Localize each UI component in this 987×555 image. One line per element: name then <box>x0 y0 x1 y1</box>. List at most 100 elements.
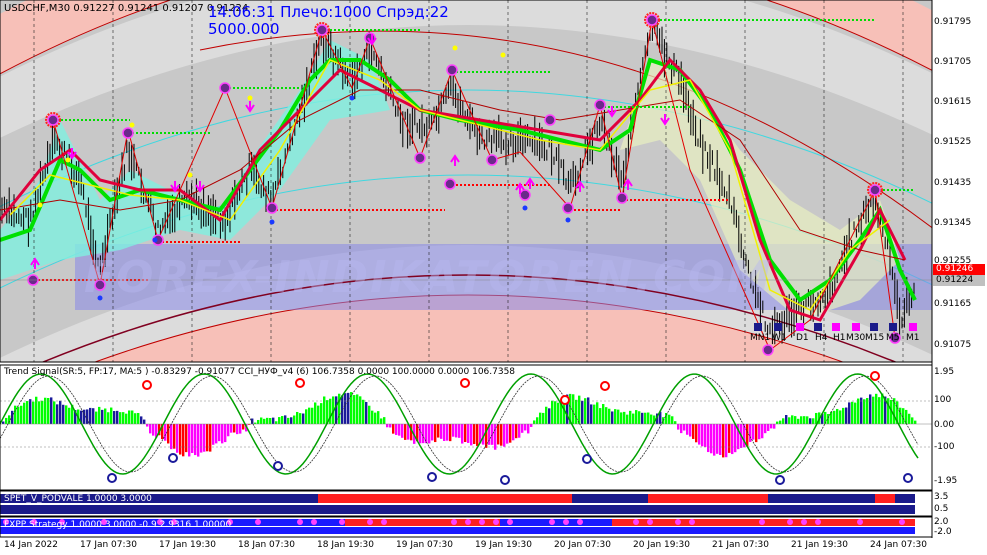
strip2-title: FXPP Strategy 1.0000 3.0000 -0.9 2.9316 … <box>4 520 232 530</box>
histogram-bar <box>542 412 545 424</box>
price-tag-gray: 0.91224 <box>933 275 985 286</box>
signal-dot <box>522 205 528 211</box>
histogram-bar <box>107 412 110 424</box>
tf-mn1: MN1 <box>750 333 771 343</box>
histogram-bar <box>461 424 464 444</box>
histogram-bar <box>857 398 860 424</box>
histogram-bar <box>440 424 443 439</box>
histogram-bar <box>641 412 644 424</box>
histogram-bar <box>353 395 356 424</box>
histogram-bar <box>587 397 590 424</box>
histogram-bar <box>314 402 317 424</box>
histogram-bar <box>227 424 230 437</box>
histogram-bar <box>278 417 281 424</box>
time-label-4: 18 Jan 19:30 <box>317 540 374 550</box>
histogram-bar <box>533 420 536 424</box>
strip2-dot <box>633 519 639 525</box>
histogram-bar <box>17 406 20 424</box>
strip2-segment <box>500 519 612 526</box>
histogram-bar <box>167 424 170 444</box>
histogram-bar <box>110 407 113 424</box>
histogram-bar <box>449 424 452 442</box>
pivot-circle <box>266 202 278 214</box>
histogram-bar <box>761 424 764 439</box>
tf-m1: M1 <box>906 333 920 343</box>
histogram-bar <box>491 424 494 445</box>
histogram-bar <box>599 408 602 424</box>
balance-info: 5000.000 <box>208 20 280 38</box>
histogram-bar <box>860 397 863 424</box>
tf-m5: M5 <box>886 333 900 343</box>
histogram-bar <box>143 419 146 424</box>
histogram-bar <box>20 405 23 424</box>
histogram-bar <box>683 424 686 431</box>
indicator-title: Trend Signal(SR:5, FP:17, MA:5 ) -0.8329… <box>4 367 516 377</box>
histogram-bar <box>2 421 5 424</box>
strip1-segment <box>0 505 648 514</box>
histogram-bar <box>344 393 347 424</box>
histogram-bar <box>539 412 542 424</box>
strip2-dot <box>465 519 471 525</box>
histogram-bar <box>305 409 308 424</box>
histogram-bar <box>557 402 560 424</box>
histogram-bar <box>317 405 320 424</box>
tf-h4: H4 <box>815 333 828 343</box>
histogram-bar <box>647 412 650 424</box>
histogram-bar <box>908 413 911 424</box>
histogram-bar <box>734 424 737 453</box>
histogram-bar <box>764 424 767 434</box>
strip1-scale-1: 0.5 <box>934 504 949 514</box>
timeframe-square <box>774 323 782 331</box>
histogram-bar <box>53 401 56 424</box>
histogram-bar <box>458 424 461 438</box>
histogram-bar <box>680 424 683 434</box>
signal-dot <box>152 237 158 243</box>
histogram-bar <box>23 402 26 424</box>
histogram-bar <box>134 413 137 424</box>
strip1-segment <box>895 494 915 503</box>
oscillator-bottom-marker <box>168 453 178 463</box>
histogram-bar <box>299 413 302 424</box>
histogram-bar <box>422 424 425 444</box>
histogram-bar <box>584 398 587 424</box>
histogram-bar <box>347 392 350 424</box>
strip1-scale-0: 3.5 <box>934 492 949 502</box>
strip2-dot <box>759 519 765 525</box>
histogram-bar <box>140 416 143 424</box>
histogram-bar <box>368 405 371 424</box>
time-label-10: 21 Jan 19:30 <box>791 540 848 550</box>
oscillator-top-marker <box>560 395 570 405</box>
histogram-bar <box>365 401 368 424</box>
histogram-bar <box>284 415 287 424</box>
leverage-spread-info: 14:06:31 Плечо:1000 Спрэд:22 <box>208 3 449 21</box>
histogram-bar <box>467 424 470 443</box>
strip2-dot <box>311 519 317 525</box>
histogram-bar <box>767 424 770 431</box>
pivot-circle <box>444 178 456 190</box>
histogram-bar <box>701 424 704 447</box>
histogram-bar <box>755 424 758 443</box>
histogram-bar <box>731 424 734 455</box>
histogram-bar <box>290 417 293 424</box>
histogram-bar <box>101 409 104 424</box>
histogram-bar <box>635 410 638 424</box>
histogram-bar <box>215 424 218 444</box>
histogram-bar <box>242 424 245 430</box>
strip1-segment <box>318 494 572 503</box>
histogram-bar <box>689 424 692 437</box>
histogram-bar <box>470 424 473 446</box>
histogram-bar <box>455 424 458 438</box>
strip2-dot <box>339 519 345 525</box>
price-label-0: 0.91795 <box>934 17 972 27</box>
histogram-bar <box>611 411 614 424</box>
histogram-bar <box>116 410 119 424</box>
histogram-bar <box>782 418 785 424</box>
histogram-bar <box>92 408 95 424</box>
histogram-bar <box>401 424 404 438</box>
histogram-bar <box>749 424 752 442</box>
histogram-bar <box>224 424 227 443</box>
oscillator-top-marker <box>295 378 305 388</box>
time-label-6: 19 Jan 19:30 <box>475 540 532 550</box>
histogram-bar <box>152 424 155 436</box>
histogram-bar <box>830 411 833 424</box>
